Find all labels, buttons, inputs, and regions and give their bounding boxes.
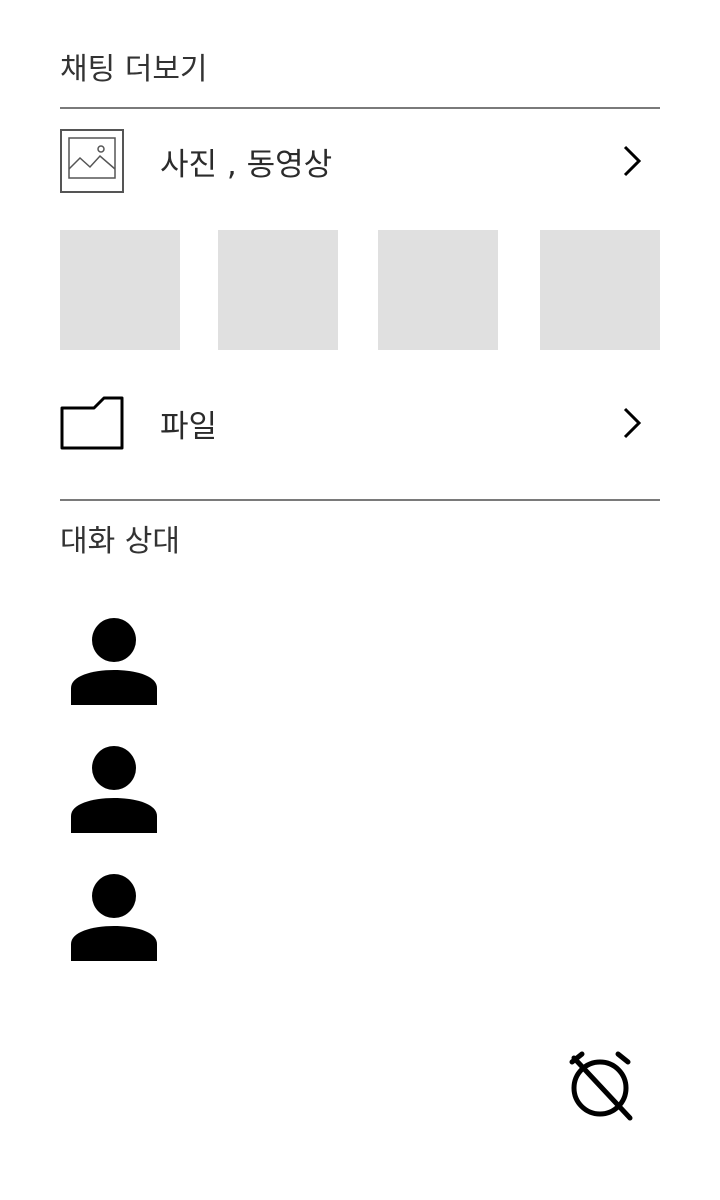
participants-title: 대화 상대 — [60, 524, 180, 559]
timer-off-button[interactable] — [560, 1046, 640, 1126]
chevron-right-icon — [612, 403, 652, 443]
media-thumbnail-3[interactable] — [378, 230, 498, 350]
person-icon — [71, 618, 157, 705]
image-icon — [60, 129, 124, 193]
folder-icon — [60, 391, 124, 455]
divider-middle — [60, 499, 660, 501]
page-title: 채팅 더보기 — [60, 52, 208, 87]
participant-item-2[interactable] — [60, 728, 170, 856]
participants-list — [60, 600, 660, 984]
photos-videos-label: 사진 , 동영상 — [160, 146, 333, 183]
media-thumbnail-1[interactable] — [60, 230, 180, 350]
person-icon — [71, 874, 157, 961]
divider-top — [60, 107, 660, 109]
timer-off-icon — [569, 1051, 633, 1121]
chevron-right-icon — [612, 141, 652, 181]
media-thumbnail-4[interactable] — [540, 230, 660, 350]
person-icon — [71, 746, 157, 833]
participant-item-3[interactable] — [60, 856, 170, 984]
media-thumbnail-2[interactable] — [218, 230, 338, 350]
participant-item-1[interactable] — [60, 600, 170, 728]
photos-videos-row[interactable]: 사진 , 동영상 — [60, 126, 660, 196]
media-thumbnails — [60, 230, 660, 350]
files-label: 파일 — [160, 408, 218, 445]
files-row[interactable]: 파일 — [60, 388, 660, 458]
